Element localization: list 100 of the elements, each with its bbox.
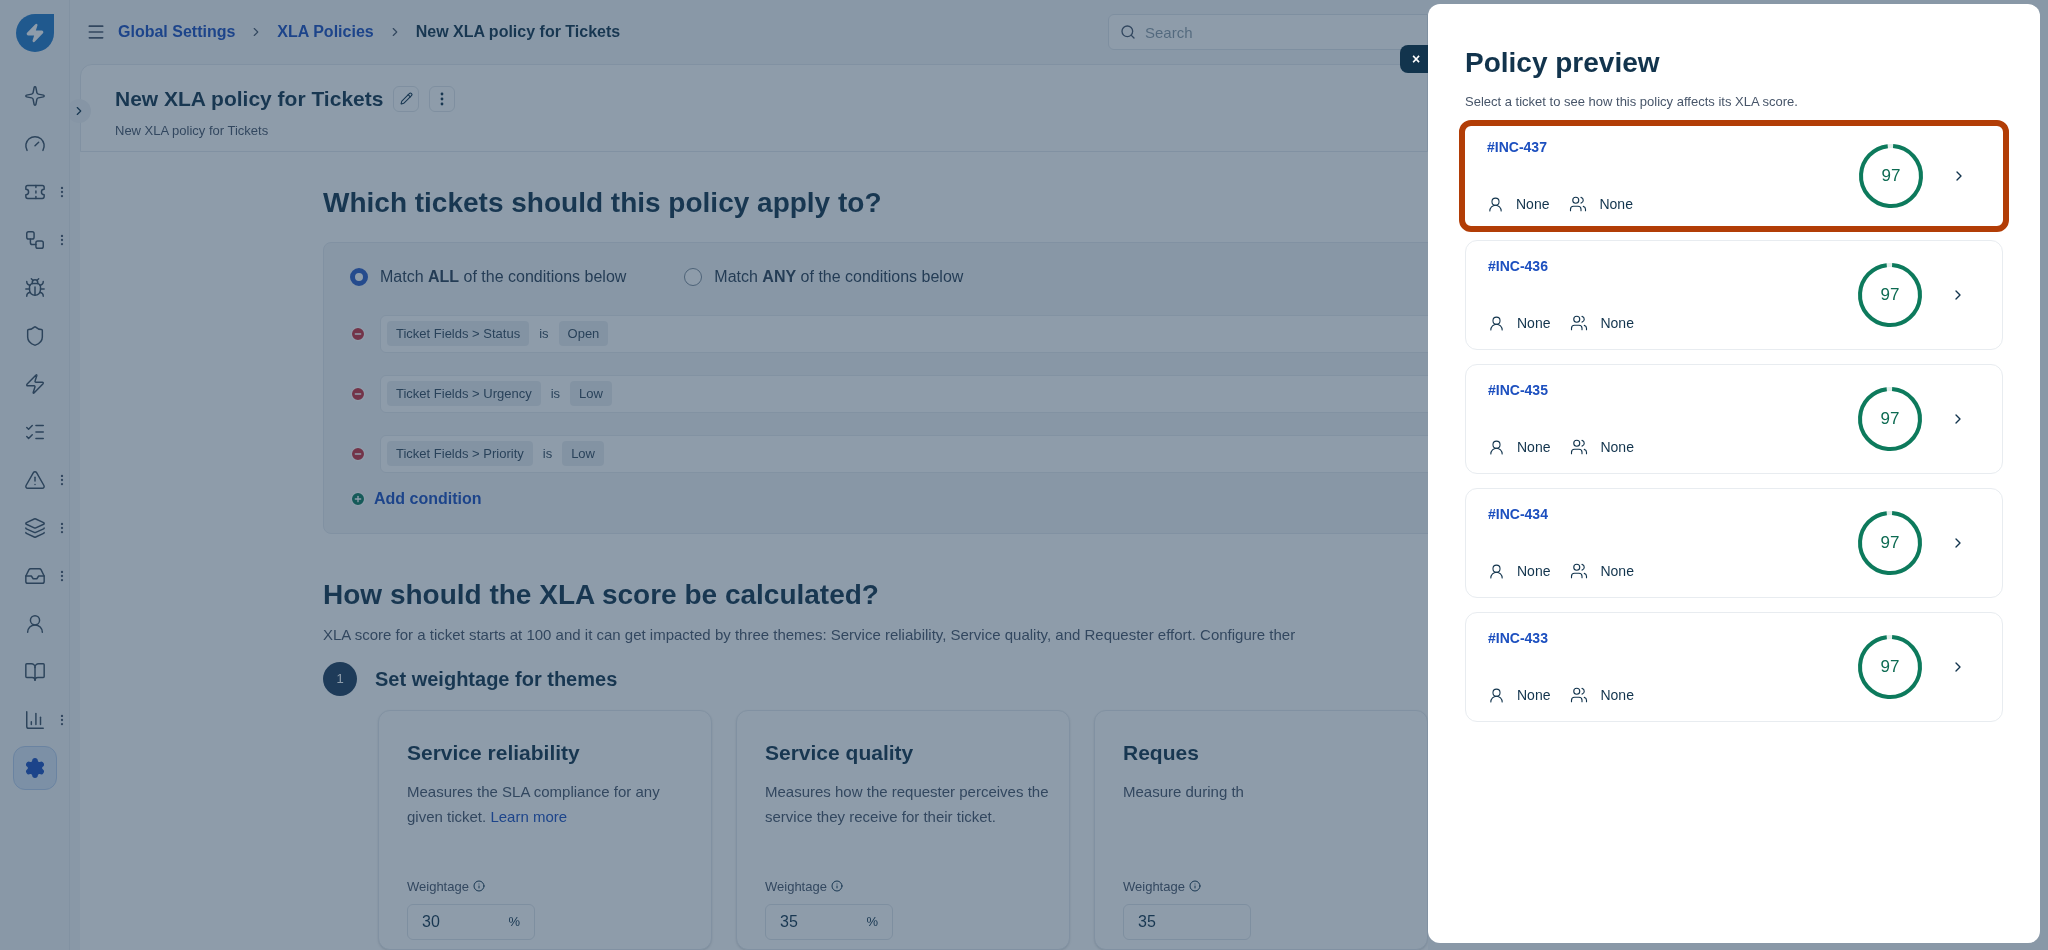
person-icon xyxy=(1488,314,1505,332)
bug-icon xyxy=(23,277,46,299)
group-name: None xyxy=(1600,437,1634,457)
operator-label: is xyxy=(539,324,549,343)
add-condition-link[interactable]: Add condition xyxy=(350,486,1428,511)
page-subtitle: New XLA policy for Tickets xyxy=(115,121,270,140)
person-icon xyxy=(1487,195,1504,213)
step-badge: 1 xyxy=(323,662,357,696)
section-heading: How should the XLA score be calculated? xyxy=(323,577,880,612)
info-icon[interactable] xyxy=(830,880,843,893)
workflow-icon xyxy=(23,229,46,251)
field-chip: Ticket Fields > Priority xyxy=(387,440,533,467)
field-chip: Ticket Fields > Status xyxy=(387,320,530,347)
settings-icon xyxy=(23,757,46,779)
agent-name: None xyxy=(1517,437,1551,457)
theme-title: Service reliability xyxy=(407,740,581,766)
ticket-card[interactable]: #INC-435 None None 97 xyxy=(1465,363,2003,474)
breadcrumb-current: New XLA policy for Tickets xyxy=(415,22,621,42)
theme-description: Measures the SLA compliance for any given ticket. Learn more xyxy=(407,781,661,827)
learn-more-link[interactable]: Learn more xyxy=(490,807,568,825)
weightage-label: Weightage xyxy=(765,877,827,896)
group-icon xyxy=(1570,686,1589,704)
theme-title: Service quality xyxy=(765,740,915,766)
ticket-id-link[interactable]: #INC-433 xyxy=(1488,627,1856,649)
condition-row[interactable]: Ticket Fields > Priority is Low xyxy=(380,434,1428,473)
theme-description: Measures how the requester perceives the service they receive for their ticket. xyxy=(765,781,1049,827)
pencil-icon xyxy=(399,92,413,106)
condition-row[interactable]: Ticket Fields > Urgency is Low xyxy=(380,374,1428,413)
sparkle-icon xyxy=(23,85,46,107)
bar-chart-icon xyxy=(23,709,46,731)
book-icon xyxy=(23,661,46,683)
weightage-input[interactable]: 30 % xyxy=(407,904,535,940)
page-title: New XLA policy for Tickets xyxy=(115,86,384,112)
info-icon[interactable] xyxy=(1188,880,1201,893)
warning-icon xyxy=(23,469,46,491)
theme-title: Reques xyxy=(1123,740,1200,766)
score-value: 97 xyxy=(1879,531,1901,554)
agent-name: None xyxy=(1516,194,1550,214)
remove-icon[interactable] xyxy=(350,385,366,402)
menu-icon[interactable] xyxy=(86,22,106,42)
ticket-card[interactable]: #INC-434 None None 97 xyxy=(1465,487,2003,598)
add-icon xyxy=(350,490,366,507)
drawer-title: Policy preview xyxy=(1465,46,1661,80)
value-chip: Low xyxy=(562,440,604,467)
score-value: 97 xyxy=(1880,164,1902,187)
person-icon xyxy=(1488,686,1505,704)
app-logo[interactable] xyxy=(15,14,54,52)
agent-name: None xyxy=(1517,685,1551,705)
remove-icon[interactable] xyxy=(350,445,366,462)
group-icon xyxy=(1569,195,1588,213)
section-description: XLA score for a ticket starts at 100 and it can get impacted by three themes: Service reliability, Service quality, and Requester effort. Configure ther xyxy=(323,624,1297,645)
group-name: None xyxy=(1600,313,1634,333)
lightning-icon xyxy=(23,373,46,395)
score-value: 97 xyxy=(1879,655,1901,678)
sidebar-item[interactable] xyxy=(12,746,57,790)
group-name: None xyxy=(1600,685,1634,705)
remove-icon[interactable] xyxy=(350,325,366,342)
more-icon xyxy=(440,91,445,106)
value-chip: Low xyxy=(570,380,612,407)
group-name: None xyxy=(1600,561,1634,581)
match-radio[interactable]: Match ANY of the conditions below xyxy=(684,264,964,289)
group-name: None xyxy=(1599,194,1633,214)
group-icon xyxy=(1570,438,1589,456)
section-heading: Which tickets should this policy apply to? xyxy=(323,185,883,220)
person-icon xyxy=(1488,438,1505,456)
score-value: 97 xyxy=(1879,283,1901,306)
weightage-label: Weightage xyxy=(1123,877,1185,896)
group-icon xyxy=(1570,314,1589,332)
condition-row[interactable]: Ticket Fields > Status is Open xyxy=(380,314,1428,353)
operator-label: is xyxy=(550,384,561,403)
edit-button[interactable] xyxy=(393,85,420,112)
inbox-icon xyxy=(23,565,46,587)
ticket-card[interactable]: #INC-436 None None 97 xyxy=(1465,239,2003,350)
drawer-subtitle: Select a ticket to see how this policy affects its XLA score. xyxy=(1465,93,1799,111)
agent-name: None xyxy=(1517,561,1551,581)
search-field[interactable]: Search xyxy=(1108,14,1428,50)
info-icon[interactable] xyxy=(472,880,485,893)
ticket-id-link[interactable]: #INC-437 xyxy=(1487,136,1857,158)
more-button[interactable] xyxy=(429,85,456,112)
score-value: 97 xyxy=(1879,407,1901,430)
operator-label: is xyxy=(542,444,553,463)
ticket-id-link[interactable]: #INC-436 xyxy=(1488,255,1856,277)
ticket-card[interactable]: #INC-437 None None 97 xyxy=(1459,119,2009,232)
ticket-id-link[interactable]: #INC-434 xyxy=(1488,503,1856,525)
ticket-card[interactable]: #INC-433 None None 97 xyxy=(1465,611,2003,722)
agent-name: None xyxy=(1517,313,1551,333)
group-icon xyxy=(1570,562,1589,580)
person-icon xyxy=(1488,562,1505,580)
breadcrumb-link[interactable]: XLA Policies xyxy=(277,20,374,44)
value-chip: Open xyxy=(558,320,609,347)
weightage-input[interactable]: 35 xyxy=(1123,904,1251,940)
ticket-id-link[interactable]: #INC-435 xyxy=(1488,379,1856,401)
field-chip: Ticket Fields > Urgency xyxy=(387,380,541,407)
match-radio[interactable]: Match ALL of the conditions below xyxy=(350,264,627,289)
breadcrumb-link[interactable]: Global Settings xyxy=(118,20,236,44)
weightage-input[interactable]: 35 % xyxy=(765,904,893,940)
layers-icon xyxy=(23,517,46,539)
weightage-label: Weightage xyxy=(407,877,469,896)
step-title: Set weightage for themes xyxy=(375,667,618,692)
theme-description: Measure during th xyxy=(1123,781,1245,802)
